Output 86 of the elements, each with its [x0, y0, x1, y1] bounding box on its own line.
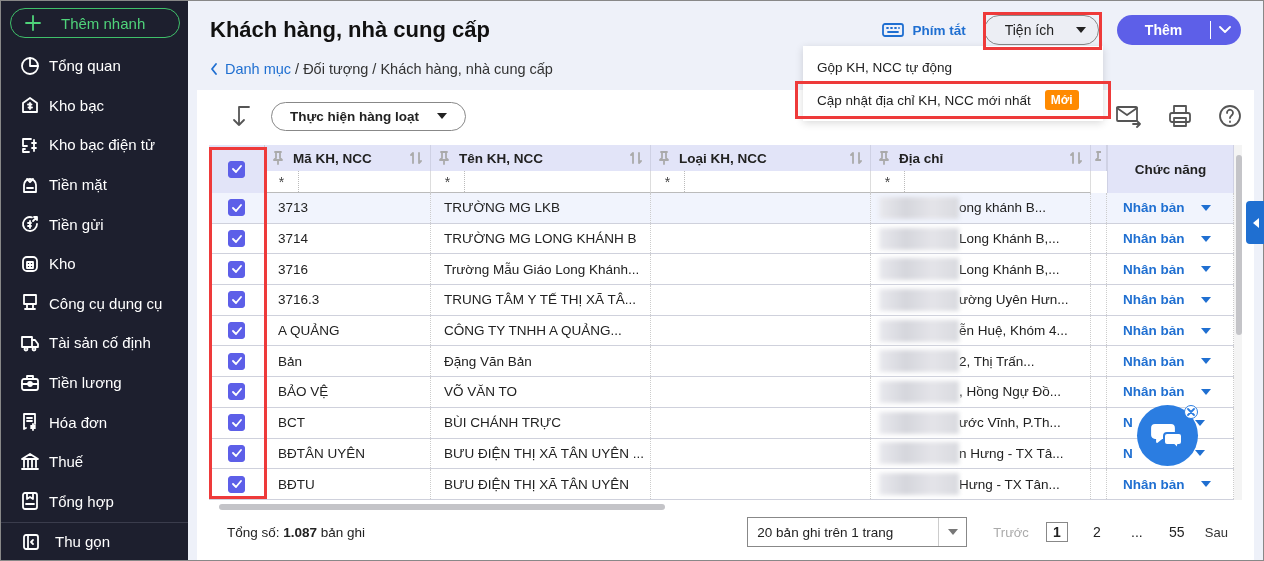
duplicate-link[interactable]: Nhân bản — [1123, 200, 1185, 216]
table-cell: Hưng - TX Tân... — [959, 476, 1060, 492]
sidebar-item[interactable]: Kho bạc — [10, 85, 180, 126]
sidebar-item[interactable]: Tiền mặt — [10, 164, 180, 205]
menu-item[interactable]: Cập nhật địa chỉ KH, NCC mới nhất Mới — [797, 83, 1109, 117]
menu-item[interactable]: Gộp KH, NCC tự động — [803, 52, 1103, 83]
table-cell: 3714 — [265, 223, 431, 254]
table-cell: BƯU ĐIỆN THỊ XÃ TÂN UYÊN — [431, 469, 651, 499]
table-cell: , Hồng Ngự Đồ... — [959, 384, 1062, 400]
add-button[interactable]: Thêm — [1117, 15, 1241, 45]
table-cell: TRUNG TÂM Y TẾ THỊ XÃ TÂ... — [431, 285, 651, 315]
table-cell: n Hưng - TX Tâ... — [959, 445, 1064, 461]
filter-operator[interactable]: * — [651, 171, 685, 192]
table-cell: TRƯỜNG MG LONG KHÁNH B — [431, 223, 651, 254]
table-cell: BĐTÂN UYÊN — [265, 438, 431, 469]
filter-operator[interactable]: * — [265, 171, 299, 192]
filter-operator[interactable]: * — [871, 171, 905, 192]
sidebar-item[interactable]: Tiền lương — [10, 362, 180, 403]
table-cell: BẢO VỆ — [265, 377, 431, 407]
column-header[interactable]: Loại KH, NCC — [651, 145, 871, 171]
duplicate-link[interactable]: Nhân bản — [1123, 292, 1185, 308]
table-cell: BÙI CHÁNH TRỰC — [431, 407, 651, 438]
filter-operator[interactable]: * — [431, 171, 465, 192]
next-page-link[interactable]: Sau — [1196, 524, 1236, 540]
duplicate-link[interactable]: N — [1123, 415, 1133, 431]
table-cell: BĐTU — [265, 469, 431, 499]
duplicate-link[interactable]: Nhân bản — [1123, 231, 1185, 247]
table-row[interactable]: BĐTU BƯU ĐIỆN THỊ XÃ TÂN UYÊN Hưng - TX Tân... Nhân bản — [209, 469, 1234, 500]
new-badge: Mới — [1044, 90, 1079, 110]
duplicate-link[interactable]: Nhân bản — [1123, 323, 1185, 339]
duplicate-link[interactable]: Nhân bản — [1123, 384, 1185, 400]
table-cell: Long Khánh B,... — [959, 231, 1060, 247]
table-cell: VÕ VĂN TO — [431, 377, 651, 407]
table-cell: 3716 — [265, 254, 431, 285]
table-row[interactable]: 3716.3 TRUNG TÂM Y TẾ THỊ XÃ TÂ... ường Uyên Hưn... Nhân bản — [209, 285, 1234, 316]
table-cell: ường Uyên Hưn... — [959, 292, 1069, 308]
duplicate-link[interactable]: Nhân bản — [1123, 353, 1185, 369]
table-cell: 2, Thị Trấn... — [959, 353, 1035, 369]
sidebar-item[interactable]: Kho bạc điện tử — [10, 125, 180, 165]
sidebar-item[interactable]: Công cụ dụng cụ — [10, 283, 180, 324]
sidebar-item[interactable]: Tài sản cố định — [10, 323, 180, 363]
column-header: Chức năng — [1107, 145, 1234, 193]
table-cell: Bản — [265, 346, 431, 377]
table-row[interactable]: BẢO VỆ VÕ VĂN TO , Hồng Ngự Đồ... Nhân bản — [209, 377, 1234, 408]
table-row[interactable]: 3714 TRƯỜNG MG LONG KHÁNH B Long Khánh B,... Nhân bản — [209, 223, 1234, 255]
table-row[interactable]: A QUẢNG CÔNG TY TNHH A QUẢNG... ễn Huệ, Khóm 4... Nhân bản — [209, 315, 1234, 347]
table-cell: 3716.3 — [265, 285, 431, 315]
table-cell: TRƯỜNG MG LKB — [431, 193, 651, 223]
column-header[interactable]: Mã KH, NCC — [265, 145, 431, 171]
breadcrumb-text: / Đối tượng / Khách hàng, nhà cung cấp — [295, 61, 553, 77]
breadcrumb-link[interactable]: Danh mục — [210, 61, 292, 77]
table-cell: BCT — [265, 407, 431, 438]
table-cell: Đặng Văn Bản — [431, 346, 651, 377]
duplicate-link[interactable]: Nhân bản — [1123, 261, 1185, 277]
table-row[interactable]: 3716 Trường Mẫu Giáo Long Khánh... Long Khánh B,... Nhân bản — [209, 254, 1234, 286]
table-cell: CÔNG TY TNHH A QUẢNG... — [431, 315, 651, 346]
table-cell: ong khánh B... — [959, 200, 1047, 216]
page-link[interactable]: 2 — [1085, 522, 1108, 542]
page-title: Khách hàng, nhà cung cấp — [210, 17, 491, 43]
table-cell: A QUẢNG — [265, 315, 431, 346]
sidebar-item[interactable]: Tổng hợp — [10, 481, 180, 522]
duplicate-link[interactable]: Nhân bản — [1123, 476, 1185, 492]
page-link[interactable]: 55 — [1165, 522, 1188, 542]
sidebar-item[interactable]: Thuế — [10, 441, 180, 482]
table-cell: Long Khánh B,... — [959, 261, 1060, 277]
column-header[interactable]: Tên KH, NCC — [431, 145, 651, 171]
record-count: Tổng số: 1.087 bản ghi — [227, 524, 366, 540]
table-cell: Trường Mẫu Giáo Long Khánh... — [431, 254, 651, 285]
table-row[interactable]: 3713 TRƯỜNG MG LKB ong khánh B... Nhân bản — [209, 193, 1234, 224]
table-row[interactable]: Bản Đặng Văn Bản 2, Thị Trấn... Nhân bản — [209, 346, 1234, 378]
sidebar-item[interactable]: Kho — [10, 243, 180, 284]
sidebar-item[interactable]: Tiền gửi — [10, 204, 180, 244]
page-link[interactable]: 1 — [1045, 522, 1068, 542]
utilities-button[interactable]: Tiện ích — [983, 15, 1099, 45]
table-cell: ước Vĩnh, P.Th... — [959, 415, 1061, 431]
sidebar-item[interactable]: Hóa đơn — [10, 402, 180, 442]
column-header[interactable]: Địa chỉ — [871, 145, 1091, 171]
shortcuts-link[interactable]: Phím tắt — [882, 15, 966, 45]
table-cell: BƯU ĐIỆN THỊ XÃ TÂN UYÊN ... — [431, 438, 651, 469]
sidebar-item[interactable]: Tổng quan — [10, 46, 180, 86]
page-size-select[interactable]: 20 bản ghi trên 1 trang — [747, 517, 968, 547]
page-link[interactable]: ... — [1125, 522, 1148, 542]
table-cell: ễn Huệ, Khóm 4... — [959, 323, 1068, 339]
duplicate-link[interactable]: N — [1123, 445, 1133, 461]
table-cell: 3713 — [265, 193, 431, 223]
bulk-action-button[interactable]: Thực hiện hàng loạt — [271, 101, 467, 131]
